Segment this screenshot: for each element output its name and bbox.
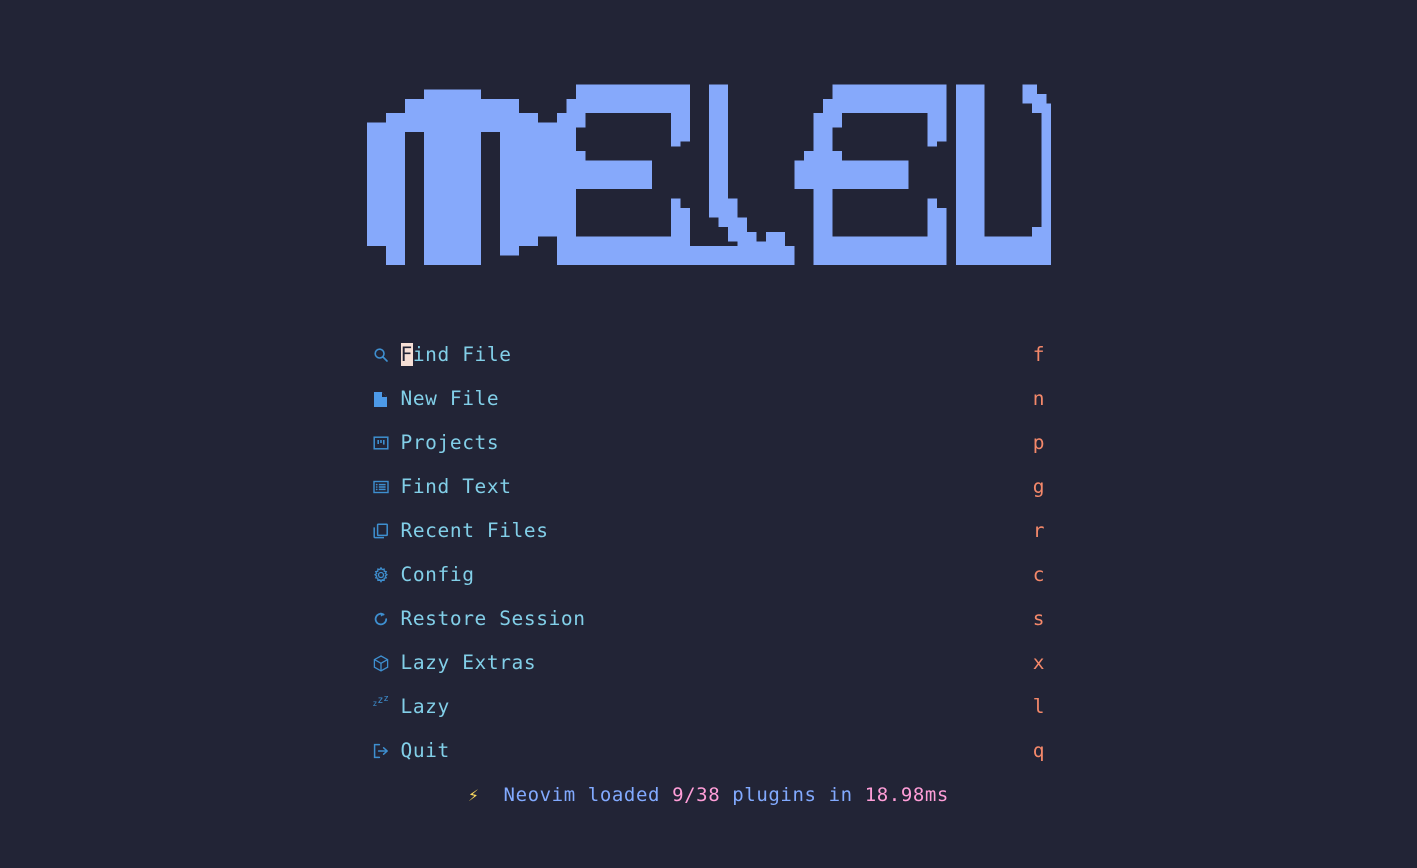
load-time: 18.98ms — [864, 784, 949, 806]
exit-icon — [373, 740, 401, 762]
gear-icon — [373, 564, 401, 586]
menu-item-shortcut[interactable]: f — [1027, 344, 1045, 366]
menu-item-label: Config — [400, 563, 475, 586]
logo-ascii-art — [366, 84, 1051, 265]
menu-item-restore-session[interactable]: Restore Session s — [373, 597, 1045, 641]
menu-item-shortcut[interactable]: x — [1027, 652, 1045, 674]
menu-item-recent-files[interactable]: Recent Files r — [372, 509, 1045, 553]
menu-item-label: Find File — [400, 343, 512, 366]
plugin-count: 9/38 — [672, 784, 721, 806]
menu-item-new-file[interactable]: New File n — [373, 377, 1045, 421]
menu-item-projects[interactable]: Projects p — [372, 421, 1045, 465]
package-icon — [373, 652, 401, 674]
sleep-zzz-icon: zzz — [372, 694, 389, 708]
menu-item-find-text[interactable]: Find Text g — [372, 465, 1045, 509]
menu-item-shortcut[interactable]: r — [1027, 520, 1045, 542]
dashboard-screen: Find File f New File n Projects p Find T… — [0, 0, 1417, 868]
recent-files-icon — [372, 520, 401, 542]
menu-item-shortcut[interactable]: p — [1027, 432, 1045, 454]
menu-item-shortcut[interactable]: s — [1027, 608, 1045, 630]
menu-item-shortcut[interactable]: c — [1027, 564, 1045, 586]
footer-middle: plugins in — [720, 784, 865, 806]
new-file-icon — [373, 388, 401, 410]
find-text-icon — [372, 476, 401, 498]
menu-item-label: New File — [400, 387, 500, 410]
menu-item-label: Quit — [400, 739, 450, 762]
menu-item-lazy-extras[interactable]: Lazy Extras x — [373, 641, 1045, 685]
menu-item-quit[interactable]: Quit q — [373, 729, 1045, 773]
menu-item-lazy[interactable]: zzz Lazy l — [373, 685, 1045, 729]
cursor-block: F — [400, 343, 413, 366]
projects-icon — [372, 432, 401, 454]
menu-item-shortcut[interactable]: g — [1027, 476, 1045, 498]
menu-item-shortcut[interactable]: l — [1027, 696, 1045, 718]
menu-item-shortcut[interactable]: n — [1027, 388, 1045, 410]
dashboard-menu: Find File f New File n Projects p Find T… — [0, 333, 1417, 773]
menu-item-config[interactable]: Config c — [373, 553, 1045, 597]
search-icon — [373, 344, 401, 366]
menu-item-label: Lazy Extras — [400, 651, 537, 674]
menu-item-label: Lazy — [400, 695, 450, 718]
lightning-bolt-icon: ⚡ — [468, 785, 480, 806]
menu-item-label: Find Text — [400, 475, 512, 498]
meleu-logo — [0, 75, 1417, 265]
startup-status-line: ⚡ Neovim loaded 9/38 plugins in 18.98ms — [0, 783, 1417, 808]
menu-item-label: Projects — [400, 431, 500, 454]
menu-item-shortcut[interactable]: q — [1027, 740, 1045, 762]
menu-item-label: Restore Session — [400, 607, 586, 630]
menu-item-find-file[interactable]: Find File f — [373, 333, 1045, 377]
menu-item-label: Recent Files — [400, 519, 549, 542]
restore-icon — [373, 608, 401, 630]
footer-prefix: Neovim loaded — [479, 784, 673, 806]
